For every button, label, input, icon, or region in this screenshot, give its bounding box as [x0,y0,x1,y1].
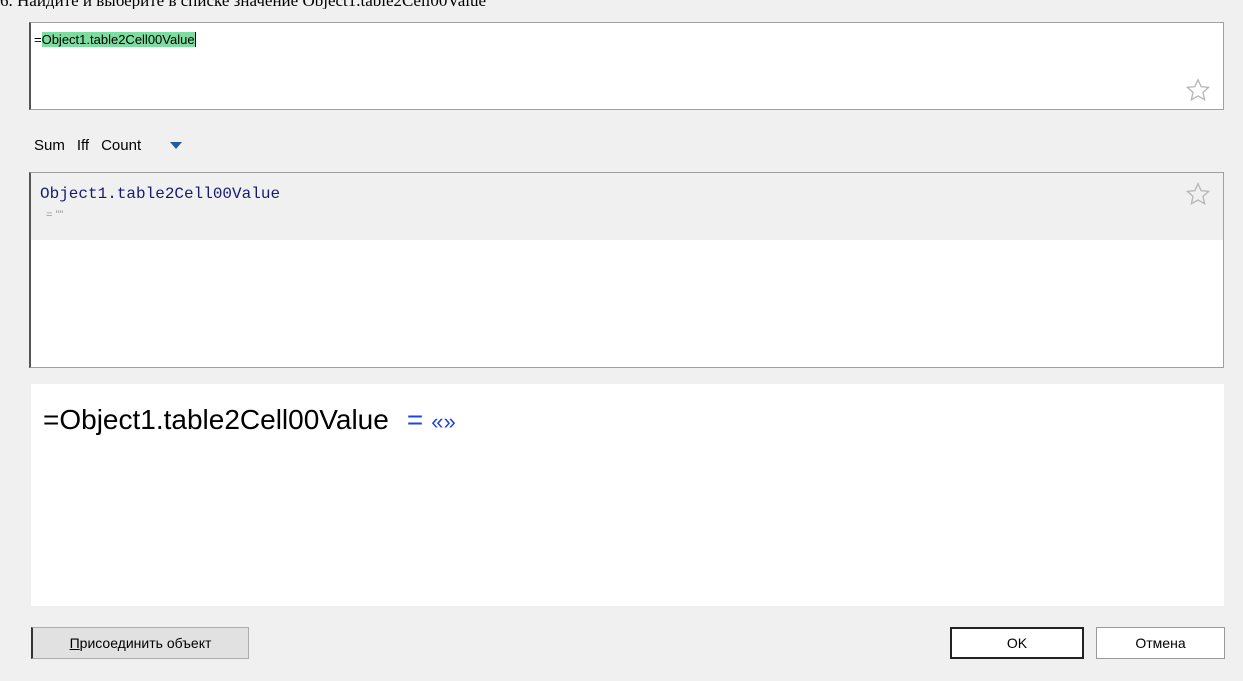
preview-expression: =Object1.table2Cell00Value [43,404,389,435]
function-count[interactable]: Count [101,137,141,154]
function-iff[interactable]: Iff [77,137,89,154]
attach-label: рисоединить объект [79,635,212,651]
formula-prefix: = [34,32,42,47]
formula-input[interactable]: =Object1.table2Cell00Value [29,22,1224,110]
function-toolbar: Sum Iff Count [34,134,183,156]
star-outline-icon[interactable] [1185,77,1211,103]
list-item[interactable]: Object1.table2Cell00Value = "" [31,173,1223,240]
list-item-value: = "" [46,209,64,221]
star-outline-icon[interactable] [1185,181,1211,207]
formula-selection: Object1.table2Cell00Value [41,32,195,47]
value-list[interactable]: Object1.table2Cell00Value = "" [29,172,1224,368]
ok-button[interactable]: OK [950,627,1084,659]
list-item-name: Object1.table2Cell00Value [40,185,281,203]
text-caret [194,32,196,47]
attach-object-button[interactable]: Присоединить объект [31,627,249,659]
instruction-caption: 6. Найдите и выберите в списке значение … [0,0,1243,9]
preview-line: =Object1.table2Cell00Value = «» [43,404,456,436]
cancel-button[interactable]: Отмена [1096,627,1225,659]
function-sum[interactable]: Sum [34,137,65,154]
attach-accelerator: П [69,635,80,651]
expression-preview: =Object1.table2Cell00Value = «» [31,384,1224,606]
preview-result: «» [431,409,456,434]
triangle-down-icon[interactable] [169,140,183,150]
preview-equals: = [406,404,424,435]
formula-text: =Object1.table2Cell00Value [34,32,196,48]
